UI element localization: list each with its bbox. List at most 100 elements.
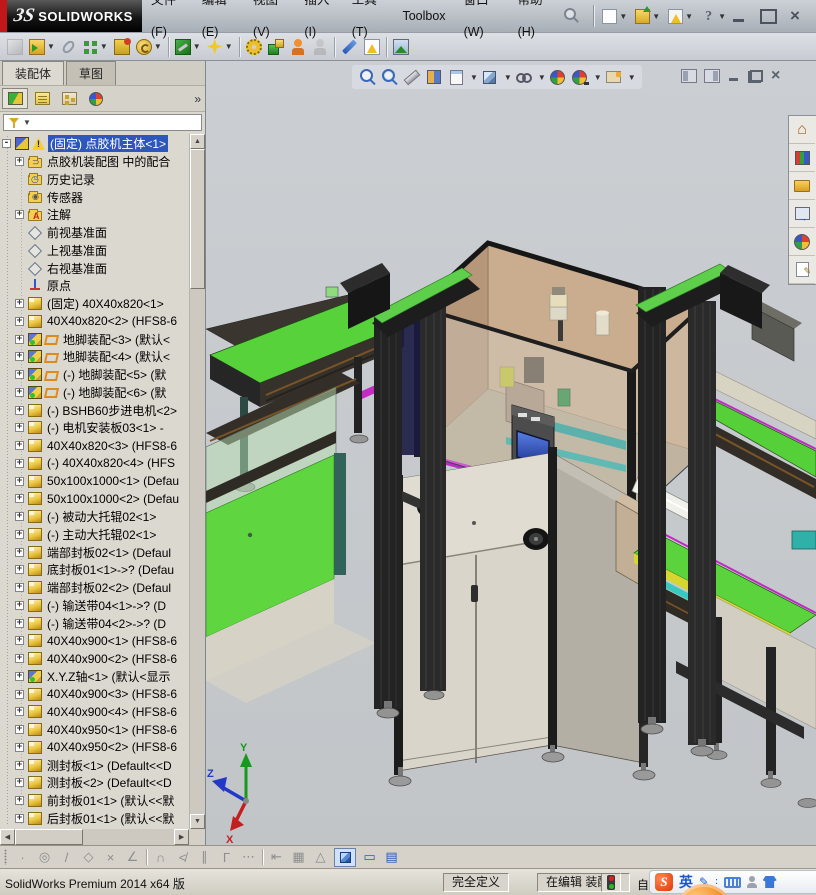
open-component-button[interactable]: ▼ [26, 35, 58, 59]
shaded-view-active-button[interactable] [334, 847, 356, 867]
tree-item[interactable]: + 端部封板02<2> (Defaul [0, 579, 189, 597]
expand-toggle[interactable]: + [15, 405, 24, 415]
expand-toggle[interactable]: + [15, 813, 24, 823]
minimize-window[interactable] [730, 8, 750, 24]
smart-fasteners-button[interactable] [111, 35, 133, 59]
dropdown-arrow-icon[interactable]: ▼ [154, 42, 162, 51]
solidworks-resources-button[interactable] [789, 116, 815, 144]
file-explorer-button[interactable] [789, 172, 815, 200]
tree-item[interactable]: + 底封板01<1>->? (Defau [0, 561, 189, 579]
expand-toggle[interactable]: + [15, 796, 24, 806]
expand-toggle[interactable]: + [15, 352, 24, 362]
expand-toggle[interactable]: + [15, 778, 24, 788]
interference-detection-button[interactable] [287, 35, 309, 59]
expand-toggle[interactable]: + [15, 370, 24, 380]
tree-item[interactable]: 前视基准面 [0, 224, 189, 242]
tab-sketch[interactable]: 草图 [66, 61, 117, 85]
expand-toggle[interactable]: + [15, 387, 24, 397]
tree-item[interactable]: + 地脚装配<3> (默认< [0, 330, 189, 348]
exploded-view-button[interactable] [265, 35, 287, 59]
tree-item[interactable]: - (固定) 点胶机主体<1> [0, 135, 189, 153]
scroll-down-button[interactable]: ▼ [190, 814, 205, 829]
sketch-polygon-button[interactable]: ◇ [80, 849, 97, 865]
sketch-triangle-button[interactable]: △ [312, 849, 329, 865]
tree-item[interactable]: 上视基准面 [0, 242, 189, 260]
dropdown-arrow-icon[interactable]: ▼ [652, 12, 660, 21]
tree-item[interactable]: + 端部封板02<1> (Defaul [0, 543, 189, 561]
mate-button[interactable] [58, 35, 79, 59]
scroll-up-button[interactable]: ▲ [190, 134, 205, 149]
expand-toggle[interactable]: + [15, 458, 24, 468]
reference-geometry-button[interactable]: ▼ [204, 35, 236, 59]
tree-item[interactable]: +40X40x820<2> (HFS8-6 [0, 313, 189, 331]
tree-item[interactable]: + 地脚装配<4> (默认< [0, 348, 189, 366]
tree-item[interactable]: +40X40x900<2> (HFS8-6 [0, 650, 189, 668]
tree-item[interactable]: + 测封板<1> (Default<<D [0, 756, 189, 774]
dropdown-arrow-icon[interactable]: ▼ [504, 73, 512, 82]
expand-toggle[interactable]: + [15, 654, 24, 664]
zoom-to-fit-button[interactable] [358, 67, 378, 87]
expand-toggle[interactable]: + [15, 600, 24, 610]
tree-item[interactable]: + X.Y.Z轴<1> (默认<显示 [0, 668, 189, 686]
menu-item-6[interactable]: 窗口(W) [455, 0, 509, 48]
apply-scene-button[interactable] [570, 67, 590, 87]
expand-toggle[interactable]: + [15, 725, 24, 735]
alert-document-button[interactable]: ▼ [664, 4, 697, 30]
close-window[interactable] [786, 8, 806, 24]
tree-filter-input[interactable]: ▼ [3, 114, 202, 131]
window-pane-button[interactable]: ▭ [361, 849, 378, 865]
section-view-button[interactable] [424, 67, 444, 87]
tree-item[interactable]: +40X40x950<1> (HFS8-6 [0, 721, 189, 739]
view-orientation-button[interactable] [446, 67, 466, 87]
dropdown-arrow-icon[interactable]: ▼ [594, 73, 602, 82]
tree-item[interactable]: + (-) BSHB60步进电机<2> [0, 401, 189, 419]
view-settings-button[interactable] [604, 67, 624, 87]
vertical-scroll-thumb[interactable] [190, 149, 205, 289]
open-document-button[interactable]: ▼ [631, 4, 664, 30]
restore-document[interactable] [748, 69, 763, 83]
sketch-corner-button[interactable]: Γ [218, 850, 235, 865]
expand-toggle[interactable]: + [15, 618, 24, 628]
search-icon[interactable] [564, 8, 579, 23]
ime-keyboard-icon[interactable] [723, 876, 741, 888]
dropdown-arrow-icon[interactable]: ▼ [685, 12, 693, 21]
view-palette-button[interactable] [789, 200, 815, 228]
tree-item[interactable]: + (-) 地脚装配<6> (默 [0, 384, 189, 402]
dropdown-arrow-icon[interactable]: ▼ [619, 12, 627, 21]
manager-tabs-overflow[interactable]: » [194, 92, 201, 106]
dropdown-arrow-icon[interactable]: ▼ [538, 73, 546, 82]
sketch-relation-button[interactable]: ≮ [174, 850, 191, 865]
design-library-button[interactable] [789, 144, 815, 172]
linear-component-pattern-button[interactable]: ▼ [79, 35, 111, 59]
dropdown-arrow-icon[interactable]: ▼ [718, 12, 726, 21]
expand-toggle[interactable]: + [15, 157, 24, 167]
menu-item-5[interactable]: Toolbox [393, 0, 454, 32]
quick-tips-indicator[interactable] [601, 873, 621, 892]
expand-toggle[interactable]: + [15, 494, 24, 504]
menu-item-7[interactable]: 帮助(H) [509, 0, 561, 48]
tree-item[interactable]: 右视基准面 [0, 259, 189, 277]
expand-toggle[interactable]: + [15, 210, 24, 220]
belt-chain-button[interactable] [243, 35, 265, 59]
tree-item[interactable]: + (-) 40X40x820<4> (HFS [0, 455, 189, 473]
sketch-parallel-button[interactable]: ∥ [196, 849, 213, 865]
sketch-trim-button[interactable]: × [102, 850, 119, 865]
expand-toggle[interactable]: + [15, 441, 24, 451]
dropdown-arrow-icon[interactable]: ▼ [225, 42, 233, 51]
expand-toggle[interactable]: + [15, 689, 24, 699]
sogou-ime-icon[interactable]: S [655, 873, 673, 891]
tree-item[interactable]: + (-) 被动大托辊02<1> [0, 508, 189, 526]
close-document[interactable] [770, 70, 784, 83]
tree-item[interactable]: + (-) 电机安装板03<1> - [0, 419, 189, 437]
ime-skin-icon[interactable] [762, 876, 777, 888]
move-component-button[interactable]: ▼ [133, 35, 165, 59]
minimize-document[interactable] [727, 70, 741, 82]
sketch-circle-button[interactable]: ◎ [36, 849, 53, 865]
dropdown-arrow-icon[interactable]: ▼ [47, 42, 55, 51]
dropdown-arrow-icon[interactable]: ▼ [193, 42, 201, 51]
expand-toggle[interactable]: + [15, 316, 24, 326]
expand-toggle[interactable]: + [15, 565, 24, 575]
dropdown-arrow-icon[interactable]: ▼ [100, 42, 108, 51]
display-style-button[interactable] [480, 67, 500, 87]
section-knife-button[interactable] [402, 67, 422, 87]
